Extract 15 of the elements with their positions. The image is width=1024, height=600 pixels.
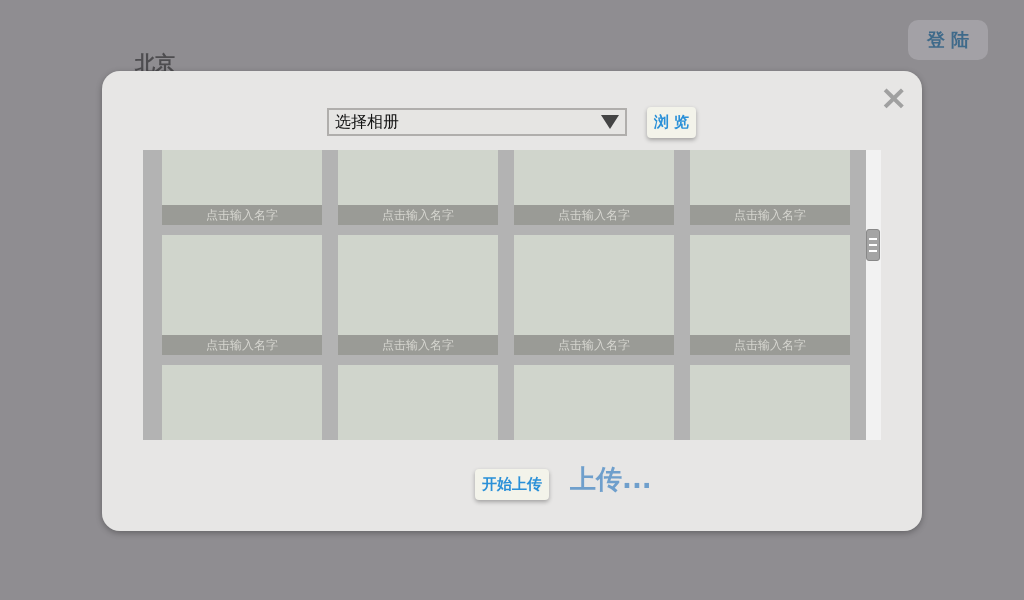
upload-button[interactable]: 开始上传 xyxy=(475,469,549,500)
upload-status: 上传... xyxy=(570,464,652,494)
scrollbar-thumb[interactable] xyxy=(866,229,880,261)
photo-placeholder[interactable] xyxy=(338,365,498,440)
photo-placeholder[interactable] xyxy=(514,365,674,440)
photo-placeholder[interactable] xyxy=(690,235,850,335)
login-button[interactable]: 登 陆 xyxy=(908,20,988,60)
photo-placeholder[interactable] xyxy=(690,365,850,440)
browse-button[interactable]: 浏 览 xyxy=(647,106,697,138)
caret-icon xyxy=(601,115,619,129)
photo-placeholder[interactable] xyxy=(514,235,674,335)
album-select[interactable]: 选择相册 xyxy=(327,108,627,136)
photo-placeholder[interactable] xyxy=(338,235,498,335)
photo-placeholder[interactable] xyxy=(162,365,322,440)
photo-placeholder[interactable] xyxy=(162,235,322,335)
